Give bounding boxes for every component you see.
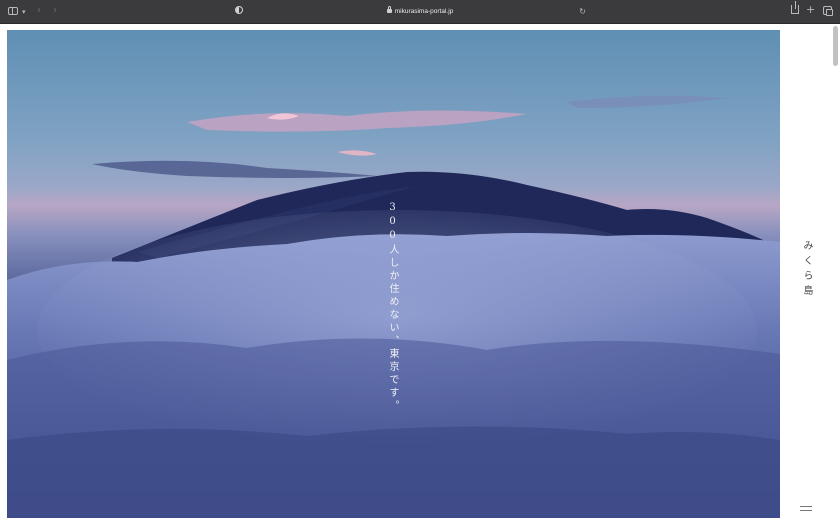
site-title[interactable]: みくら島: [799, 240, 814, 300]
reload-icon[interactable]: ↻: [579, 4, 586, 19]
chevron-left-icon[interactable]: ‹: [37, 5, 41, 17]
lock-icon: [386, 6, 392, 13]
shield-icon[interactable]: [235, 6, 243, 14]
scrollbar[interactable]: [833, 26, 838, 66]
address-bar[interactable]: mikurasima-portal.jp ↻: [250, 4, 590, 19]
chevron-down-icon[interactable]: ▾: [22, 6, 26, 18]
browser-toolbar: ▾ ‹ › mikurasima-portal.jp ↻ +: [0, 0, 840, 24]
share-icon[interactable]: [791, 1, 799, 14]
hero-image: 300人しか住めない、東京です。: [7, 30, 780, 518]
chevron-right-icon[interactable]: ›: [53, 5, 57, 17]
hamburger-menu-icon[interactable]: [800, 506, 812, 512]
tab-overview-icon[interactable]: [823, 6, 833, 16]
sidebar-icon[interactable]: [8, 7, 18, 15]
hero-tagline: 300人しか住めない、東京です。: [387, 202, 398, 413]
url-text: mikurasima-portal.jp: [394, 8, 454, 15]
plus-icon[interactable]: +: [806, 4, 815, 16]
